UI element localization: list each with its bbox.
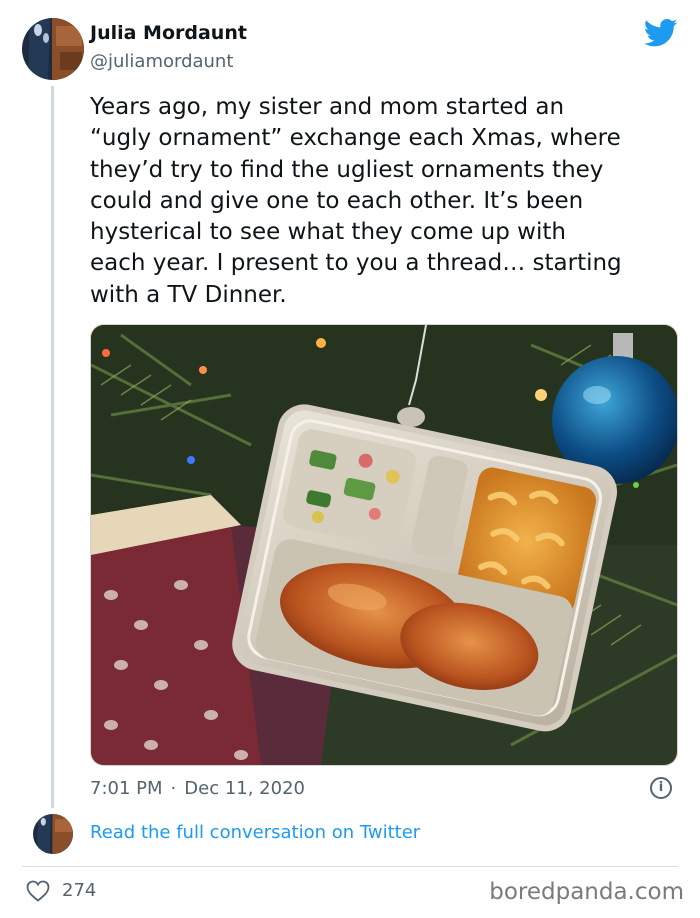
tweet-time: 7:01 PM (90, 778, 163, 799)
tweet-date: Dec 11, 2020 (184, 778, 305, 799)
author-avatar[interactable] (22, 18, 84, 80)
like-count: 274 (62, 880, 97, 901)
twitter-bird-icon[interactable] (644, 18, 678, 48)
tweet-card: Julia Mordaunt @juliamordaunt Years ago,… (0, 0, 700, 918)
read-conversation-link[interactable]: Read the full conversation on Twitter (90, 822, 420, 843)
info-icon[interactable]: i (650, 777, 672, 799)
author-handle[interactable]: @juliamordaunt (90, 51, 233, 72)
thread-line (51, 86, 54, 808)
tweet-photo[interactable] (90, 324, 678, 766)
author-name[interactable]: Julia Mordaunt (90, 22, 247, 44)
conversation-avatar[interactable] (33, 814, 73, 854)
tweet-timestamp[interactable]: 7:01 PM · Dec 11, 2020 (90, 778, 305, 799)
source-watermark: boredpanda.com (489, 879, 684, 905)
tweet-text: Years ago, my sister and mom started an … (90, 94, 622, 308)
heart-icon[interactable] (26, 880, 50, 902)
divider (22, 866, 678, 867)
timestamp-separator: · (170, 778, 177, 799)
